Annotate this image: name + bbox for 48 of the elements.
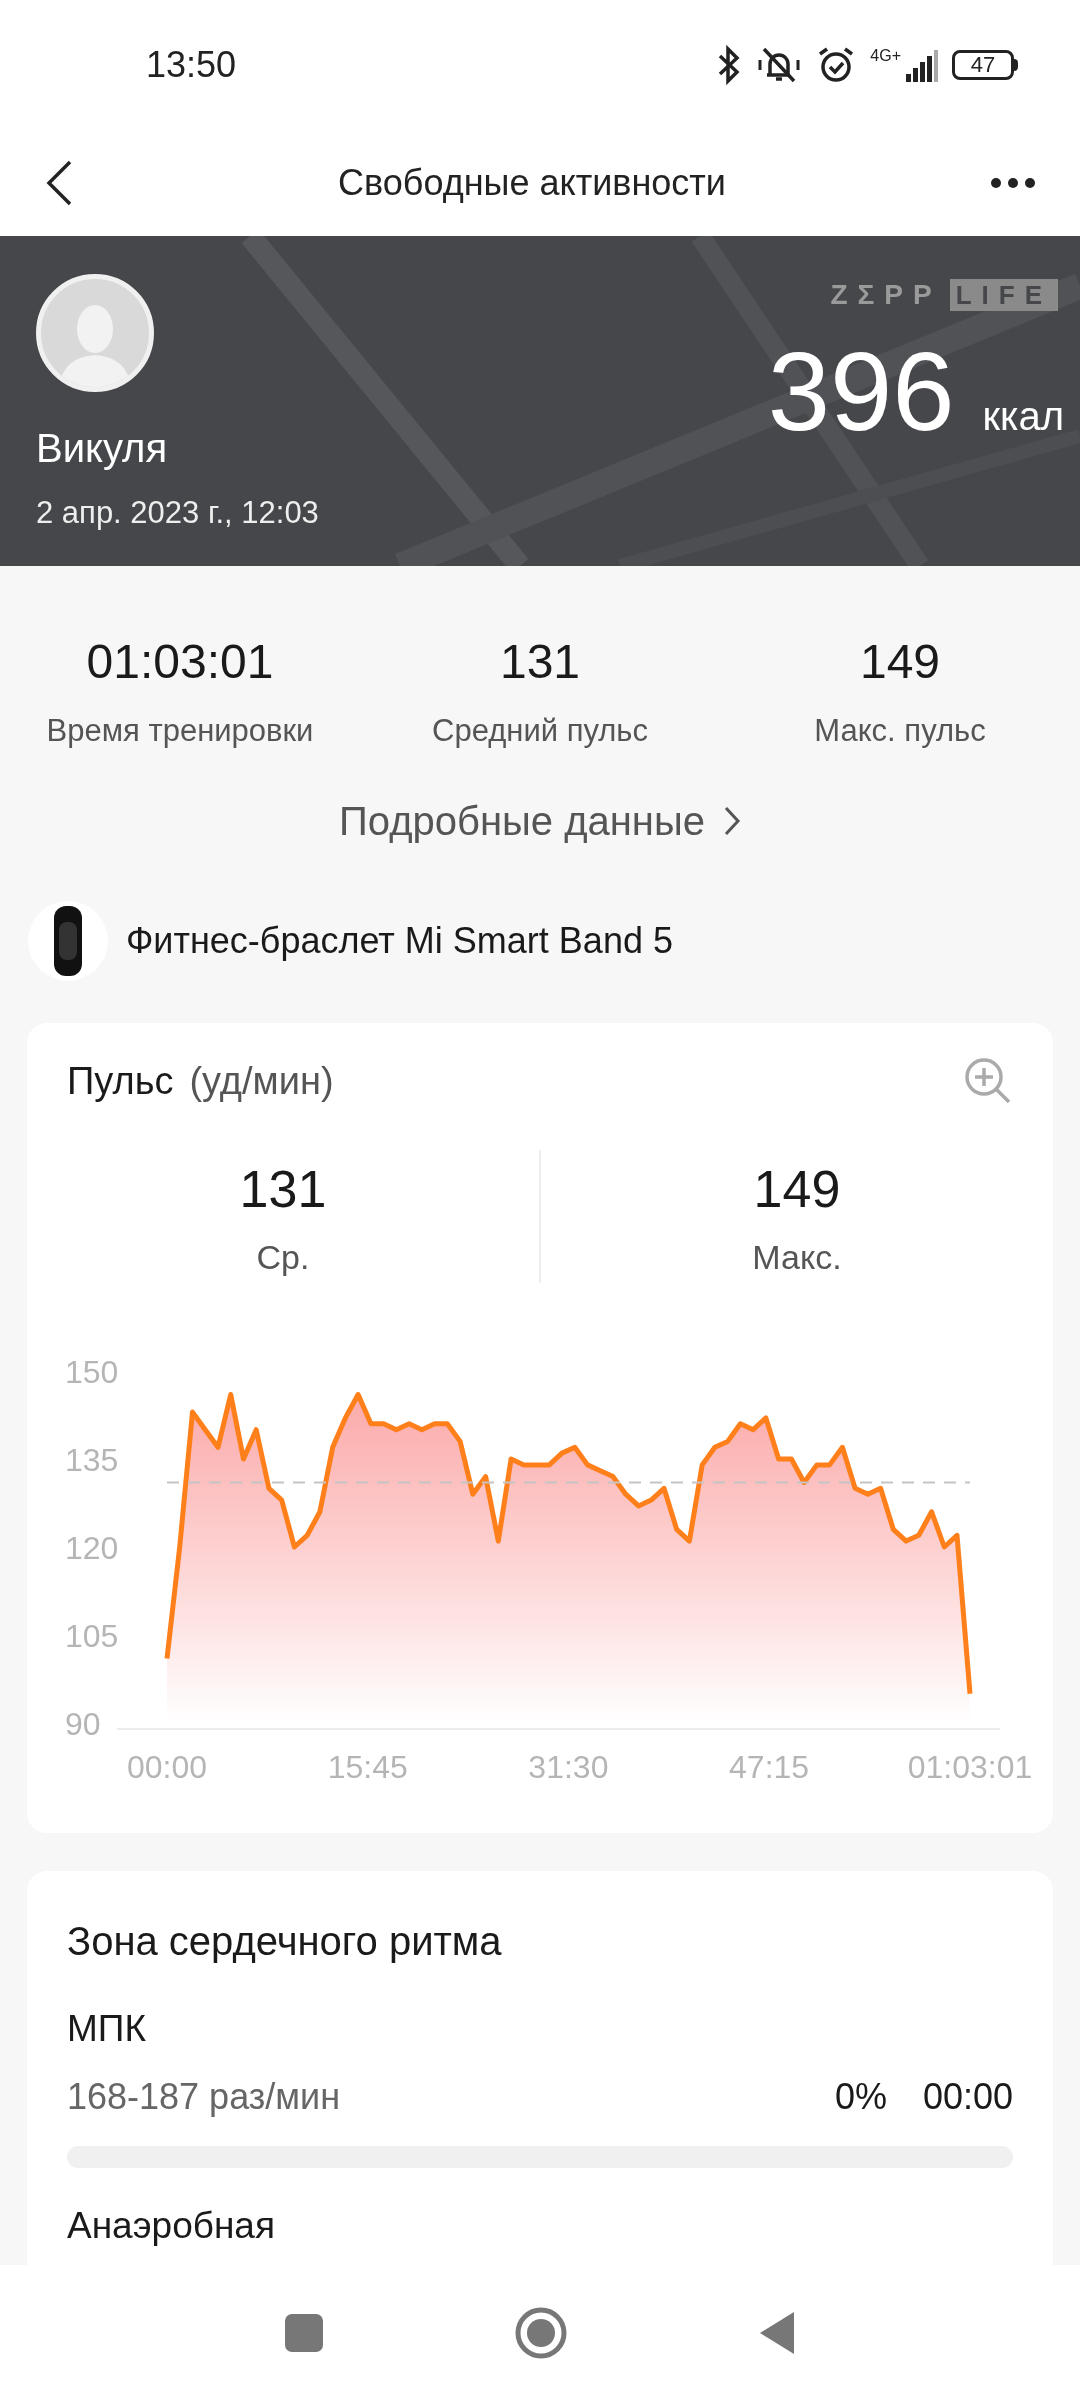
summary-label: Ср. bbox=[256, 1236, 310, 1278]
zone-card-title: Зона сердечного ритма bbox=[67, 1917, 503, 1965]
y-axis-label: 150 bbox=[65, 1353, 119, 1390]
x-axis-label: 15:45 bbox=[327, 1748, 408, 1785]
back-nav-icon[interactable] bbox=[758, 2309, 796, 2356]
chevron-right-icon bbox=[722, 804, 741, 837]
zone-name: Анаэробная bbox=[67, 2204, 276, 2248]
more-icon[interactable] bbox=[990, 177, 1036, 189]
signal-icon bbox=[904, 48, 938, 82]
zone-name: МПК bbox=[67, 2006, 147, 2051]
stat-value: 149 bbox=[859, 634, 941, 690]
stat-label: Время тренировки bbox=[46, 712, 314, 750]
stat-label: Средний пульс bbox=[432, 712, 648, 750]
summary-label: Макс. bbox=[752, 1236, 842, 1278]
network-type: 4G+ bbox=[870, 48, 901, 64]
home-icon[interactable] bbox=[514, 2305, 568, 2360]
muted-bell-icon bbox=[756, 45, 803, 85]
x-axis-label: 00:00 bbox=[126, 1748, 208, 1785]
status-time: 13:50 bbox=[146, 43, 237, 87]
stat-value: 131 bbox=[499, 634, 581, 690]
x-axis-label: 47:15 bbox=[729, 1748, 810, 1785]
y-axis-label: 135 bbox=[65, 1441, 119, 1478]
recents-icon[interactable] bbox=[284, 2312, 324, 2353]
details-link[interactable]: Подробные данные bbox=[339, 790, 741, 851]
x-axis-label: 31:30 bbox=[528, 1748, 609, 1785]
workout-date: 2 апр. 2023 г., 12:03 bbox=[36, 493, 319, 532]
device-name: Фитнес-браслет Mi Smart Band 5 bbox=[126, 918, 673, 963]
y-axis-label: 120 bbox=[65, 1529, 119, 1566]
zoom-in-icon[interactable] bbox=[963, 1056, 1013, 1106]
card-unit: (уд/мин) bbox=[189, 1058, 334, 1104]
calories-value: 396 bbox=[767, 336, 955, 448]
zone-range: 168-187 раз/мин bbox=[67, 2075, 340, 2119]
calories-unit: ккал bbox=[982, 393, 1064, 440]
summary-value: 149 bbox=[753, 1158, 841, 1220]
zone-percent: 0% bbox=[834, 2075, 887, 2119]
y-axis-label: 90 bbox=[65, 1705, 101, 1742]
summary-value: 131 bbox=[239, 1158, 327, 1220]
x-axis-label: 01:03:01 bbox=[907, 1748, 1033, 1785]
y-axis-label: 105 bbox=[65, 1617, 119, 1654]
stat-value: 01:03:01 bbox=[86, 634, 274, 690]
page-title: Свободные активности bbox=[338, 161, 726, 205]
zone-time: 00:00 bbox=[922, 2075, 1013, 2119]
user-name: Викуля bbox=[36, 424, 169, 472]
battery-level: 47 bbox=[970, 54, 996, 76]
stat-label: Макс. пульс bbox=[814, 712, 986, 750]
card-title: Пульс bbox=[67, 1058, 174, 1104]
back-icon[interactable] bbox=[44, 158, 74, 208]
zepp-life-logo: ZΣPP LIFE bbox=[830, 274, 1058, 316]
